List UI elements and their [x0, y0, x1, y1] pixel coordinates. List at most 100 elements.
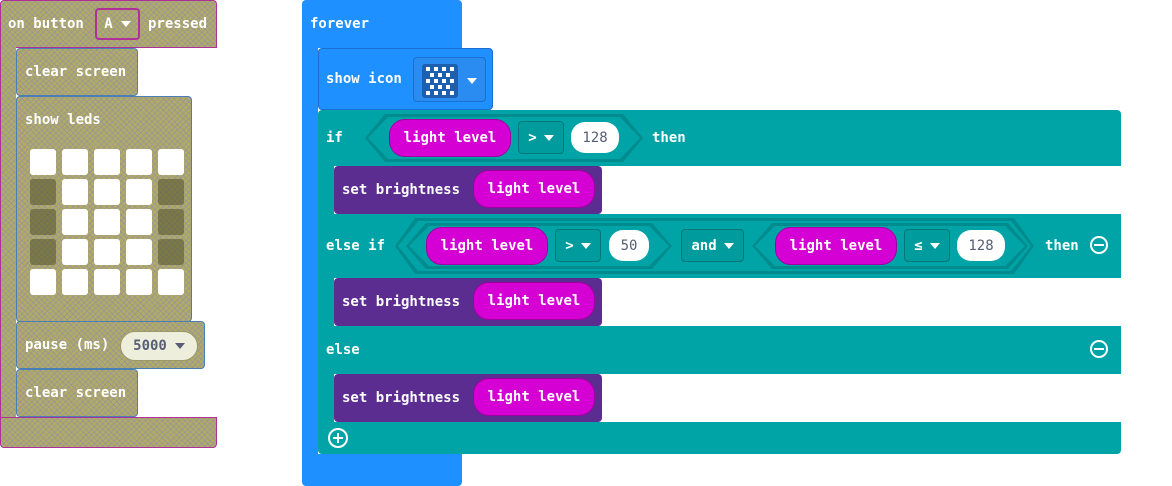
show-icon-block[interactable]: show icon — [318, 48, 493, 110]
elseif-value-input-2[interactable]: 128 — [957, 230, 1005, 261]
led-cell[interactable] — [94, 209, 120, 235]
led-cell[interactable] — [30, 149, 56, 175]
led-cell[interactable] — [94, 269, 120, 295]
led-cell[interactable] — [94, 149, 120, 175]
if-value: 128 — [582, 129, 608, 146]
chevron-down-icon — [174, 343, 185, 349]
led-cell[interactable] — [126, 269, 152, 295]
if-block-bottom — [318, 422, 1121, 454]
show-leds-block[interactable]: show leds — [16, 96, 192, 322]
light-level-label: light level — [403, 130, 497, 146]
on-button-prefix: on button — [8, 16, 84, 32]
on-button-body-left — [0, 47, 16, 420]
forever-body-left — [302, 47, 318, 457]
minus-icon[interactable] — [1090, 340, 1108, 358]
led-cell[interactable] — [126, 239, 152, 265]
elseif-value-1: 50 — [620, 237, 638, 254]
led-cell[interactable] — [30, 269, 56, 295]
light-level-label: light level — [440, 238, 534, 254]
clear-screen-block-1[interactable]: clear screen — [16, 48, 138, 96]
led-cell[interactable] — [158, 209, 184, 235]
else-row[interactable] — [318, 326, 1121, 374]
led-cell[interactable] — [62, 239, 88, 265]
led-cell[interactable] — [62, 149, 88, 175]
led-cell[interactable] — [158, 149, 184, 175]
led-grid[interactable] — [30, 149, 190, 299]
plus-icon-v — [337, 433, 339, 443]
led-cell[interactable] — [30, 209, 56, 235]
if-operator-dropdown[interactable]: > — [518, 121, 564, 154]
if-body-left-3 — [318, 372, 334, 426]
chevron-down-icon — [543, 134, 554, 141]
light-level-reporter-1[interactable]: light level — [389, 119, 511, 157]
light-level-label: light level — [487, 293, 581, 309]
checkerboard-icon — [422, 64, 458, 98]
clear-screen-label-1: clear screen — [25, 64, 127, 80]
chevron-down-icon — [580, 242, 591, 249]
led-cell[interactable] — [30, 179, 56, 205]
if-label: if — [326, 130, 343, 146]
light-level-label: light level — [487, 389, 581, 405]
on-button-block-bottom — [0, 417, 217, 448]
led-cell[interactable] — [62, 179, 88, 205]
checkerboard-icon-graphic — [426, 67, 454, 95]
if-value-input[interactable]: 128 — [571, 122, 619, 153]
led-cell[interactable] — [94, 179, 120, 205]
if-body-left-1 — [318, 160, 334, 220]
button-select-dropdown[interactable]: A — [95, 8, 140, 40]
light-level-reporter-5[interactable]: light level — [473, 282, 595, 320]
if-body-left-2 — [318, 276, 334, 330]
forever-label: forever — [310, 16, 370, 32]
else-if-label: else if — [326, 238, 386, 254]
chevron-down-icon — [929, 242, 940, 249]
light-level-reporter-6[interactable]: light level — [473, 378, 595, 416]
set-brightness-block-2[interactable]: set brightness light level — [334, 278, 602, 326]
led-cell[interactable] — [158, 269, 184, 295]
elseif-operator-dropdown-1[interactable]: > — [555, 229, 601, 262]
led-cell[interactable] — [94, 239, 120, 265]
light-level-label: light level — [487, 181, 581, 197]
and-label: and — [691, 237, 717, 254]
show-leds-label: show leds — [25, 112, 101, 128]
set-brightness-block-3[interactable]: set brightness light level — [334, 374, 602, 422]
led-cell[interactable] — [126, 179, 152, 205]
led-cell[interactable] — [126, 149, 152, 175]
minus-icon[interactable] — [1090, 236, 1108, 254]
elseif-value-2: 128 — [968, 237, 994, 254]
else-label: else — [326, 342, 360, 358]
pause-value: 5000 — [133, 338, 167, 354]
set-brightness-label: set brightness — [342, 294, 461, 310]
light-level-reporter-4[interactable]: light level — [775, 227, 897, 265]
then-label: then — [652, 130, 686, 146]
clear-screen-label-2: clear screen — [25, 385, 127, 401]
led-cell[interactable] — [158, 179, 184, 205]
and-operator-dropdown[interactable]: and — [681, 229, 744, 262]
pause-value-dropdown[interactable]: 5000 — [120, 331, 198, 361]
led-cell[interactable] — [30, 239, 56, 265]
chevron-down-icon — [467, 78, 477, 84]
set-brightness-label: set brightness — [342, 390, 461, 406]
on-button-suffix: pressed — [148, 16, 208, 32]
button-select-value: A — [104, 16, 113, 32]
then-label-2: then — [1045, 238, 1079, 254]
set-brightness-block-1[interactable]: set brightness light level — [334, 166, 602, 214]
led-cell[interactable] — [62, 269, 88, 295]
clear-screen-block-2[interactable]: clear screen — [16, 369, 138, 417]
led-cell[interactable] — [158, 239, 184, 265]
light-level-reporter-3[interactable]: light level — [426, 227, 548, 265]
chevron-down-icon — [723, 242, 734, 249]
led-cell[interactable] — [126, 209, 152, 235]
pause-label: pause (ms) — [25, 337, 110, 353]
led-cell[interactable] — [62, 209, 88, 235]
elseif-value-input-1[interactable]: 50 — [609, 230, 649, 261]
minus-icon-bar — [1094, 244, 1104, 246]
icon-picker-dropdown[interactable] — [413, 57, 486, 102]
show-icon-label: show icon — [326, 71, 402, 87]
pause-block[interactable]: pause (ms) 5000 — [16, 321, 205, 369]
chevron-down-icon — [120, 21, 131, 27]
set-brightness-label: set brightness — [342, 182, 461, 198]
elseif-operator-dropdown-2[interactable]: ≤ — [904, 229, 950, 262]
operator-value: ≤ — [914, 237, 923, 254]
plus-icon[interactable] — [328, 428, 348, 448]
light-level-reporter-2[interactable]: light level — [473, 170, 595, 208]
